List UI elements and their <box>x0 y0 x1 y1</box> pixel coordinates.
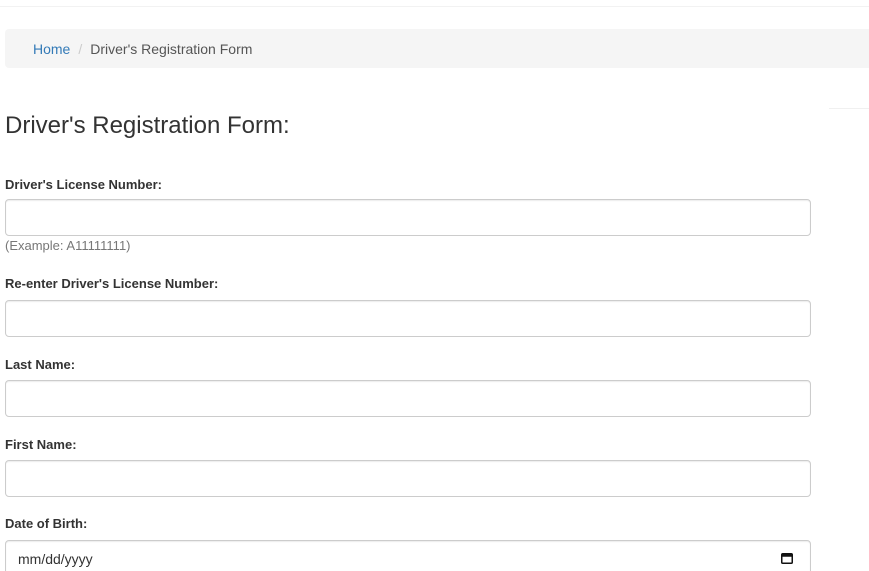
breadcrumb-current: Driver's Registration Form <box>90 40 253 57</box>
last-name-input[interactable] <box>5 380 811 417</box>
last-name-label: Last Name: <box>5 357 76 372</box>
date-of-birth-input[interactable]: mm/dd/yyyy <box>5 540 811 571</box>
license-number-label: Driver's License Number: <box>5 177 162 192</box>
date-of-birth-placeholder: mm/dd/yyyy <box>18 550 93 567</box>
breadcrumb: Home / Driver's Registration Form <box>5 29 869 68</box>
calendar-icon-graphic <box>781 553 793 564</box>
license-number-help: (Example: A11111111) <box>5 238 131 253</box>
page-title: Driver's Registration Form: <box>5 112 290 139</box>
top-divider <box>0 6 869 7</box>
breadcrumb-home-link[interactable]: Home <box>33 41 70 57</box>
date-of-birth-label: Date of Birth: <box>5 516 88 531</box>
first-name-label: First Name: <box>5 437 77 452</box>
calendar-icon[interactable] <box>781 553 793 564</box>
license-number-confirm-input[interactable] <box>5 300 811 337</box>
first-name-input[interactable] <box>5 460 811 497</box>
breadcrumb-separator: / <box>78 40 83 57</box>
page: Home / Driver's Registration Form Driver… <box>0 0 869 571</box>
license-number-input[interactable] <box>5 199 811 236</box>
side-divider <box>829 108 869 109</box>
license-number-confirm-label: Re-enter Driver's License Number: <box>5 276 219 291</box>
